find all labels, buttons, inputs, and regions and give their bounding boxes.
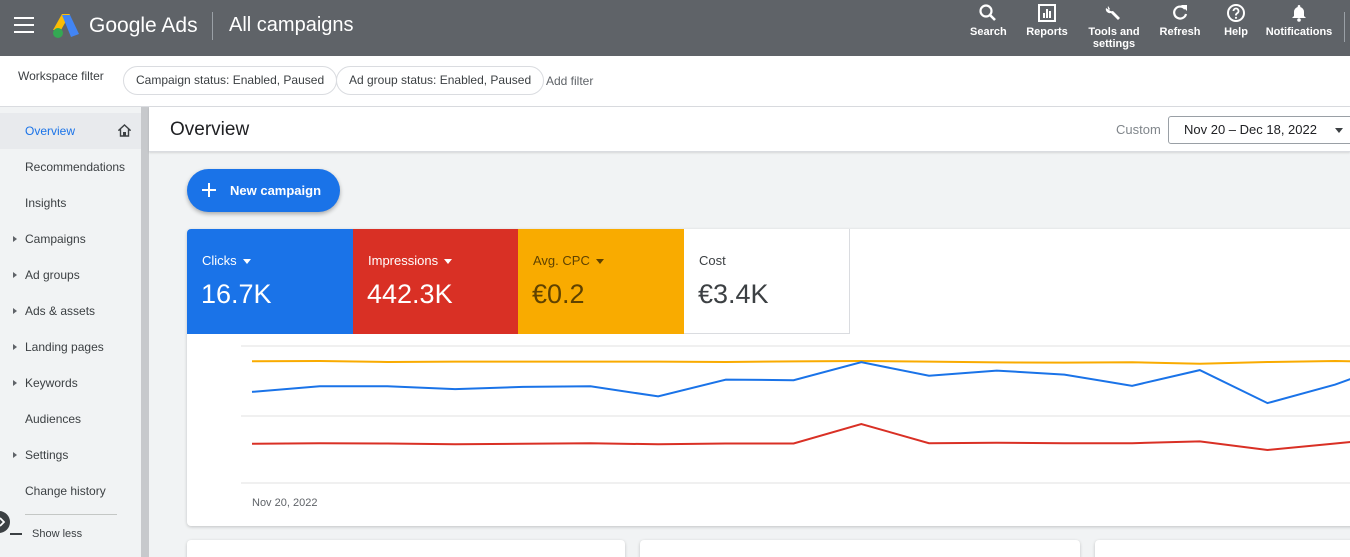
sidebar-item-settings[interactable]: Settings	[0, 437, 141, 473]
date-range-type-label: Custom	[1116, 122, 1161, 137]
chevron-down-icon	[1335, 128, 1343, 133]
page-heading: All campaigns	[229, 14, 354, 36]
top-bar: Google Ads All campaigns Search Reports …	[0, 0, 1350, 56]
expand-caret-icon	[13, 272, 17, 278]
reports-icon	[1038, 4, 1056, 22]
expand-caret-icon	[13, 308, 17, 314]
expand-caret-icon	[13, 452, 17, 458]
series-line-0	[251, 359, 1350, 365]
brand-name: Google Ads	[89, 14, 198, 37]
tools-and-settings-button[interactable]: Tools and settings	[1086, 3, 1142, 50]
page-title: Overview	[170, 119, 250, 140]
metric-impressions[interactable]: Impressions 442.3K	[353, 229, 519, 334]
sidebar-item-overview[interactable]: Overview	[0, 113, 141, 149]
overview-header: Overview Custom Nov 20 – Dec 18, 2022	[149, 107, 1350, 152]
sidebar-item-change-history[interactable]: Change history	[0, 473, 141, 509]
toolbar-divider	[1344, 12, 1345, 42]
performance-line-chart	[241, 345, 1350, 484]
campaign-status-filter-chip[interactable]: Campaign status: Enabled, Paused	[123, 66, 338, 95]
menu-icon[interactable]	[14, 17, 34, 33]
performance-card: Clicks 16.7K Impressions 442.3K Avg. CPC…	[187, 229, 1350, 526]
reports-button[interactable]: Reports	[1026, 3, 1068, 38]
search-button[interactable]: Search	[970, 3, 1007, 38]
sidebar-item-audiences[interactable]: Audiences	[0, 401, 141, 437]
new-campaign-button[interactable]: New campaign	[187, 169, 340, 212]
sidebar-item-landing-pages[interactable]: Landing pages	[0, 329, 141, 365]
refresh-icon	[1173, 5, 1188, 20]
summary-card-1	[187, 540, 625, 557]
help-button[interactable]: Help	[1222, 3, 1250, 38]
minus-icon	[10, 533, 22, 536]
metric-clicks[interactable]: Clicks 16.7K	[187, 229, 353, 334]
summary-card-3	[1095, 540, 1350, 557]
summary-card-2	[640, 540, 1080, 557]
sidebar-item-campaigns[interactable]: Campaigns	[0, 221, 141, 257]
chevron-down-icon	[595, 259, 604, 265]
sidebar-item-insights[interactable]: Insights	[0, 185, 141, 221]
ad-group-status-filter-chip[interactable]: Ad group status: Enabled, Paused	[336, 66, 545, 95]
search-icon	[979, 4, 996, 21]
refresh-button[interactable]: Refresh	[1159, 3, 1201, 38]
notifications-button[interactable]: Notifications	[1264, 3, 1334, 38]
help-icon	[1227, 4, 1245, 22]
chevron-down-icon	[444, 259, 453, 265]
brand-divider	[212, 12, 213, 40]
workspace-filter-bar: Workspace filter Campaign status: Enable…	[0, 56, 1350, 107]
home-icon	[118, 124, 131, 137]
sidebar-scrollbar[interactable]	[141, 107, 149, 557]
expand-caret-icon	[13, 344, 17, 350]
chevron-down-icon	[242, 259, 251, 265]
sidebar-item-recommendations[interactable]: Recommendations	[0, 149, 141, 185]
main-content: Overview Custom Nov 20 – Dec 18, 2022 Ne…	[149, 107, 1350, 557]
date-range-selector[interactable]: Nov 20 – Dec 18, 2022	[1168, 116, 1350, 144]
workspace-filter-label: Workspace filter	[18, 69, 104, 83]
metric-avg-cpc[interactable]: Avg. CPC €0.2	[518, 229, 684, 334]
sidebar-divider	[25, 514, 117, 515]
sidebar-nav: Overview Recommendations Insights Campai…	[0, 107, 141, 557]
expand-caret-icon	[13, 236, 17, 242]
sidebar-item-ad-groups[interactable]: Ad groups	[0, 257, 141, 293]
google-ads-logo	[53, 14, 79, 38]
add-filter-link[interactable]: Add filter	[546, 74, 593, 88]
plus-icon	[202, 183, 216, 197]
metric-cost[interactable]: Cost €3.4K	[684, 229, 850, 334]
wrench-icon	[1105, 6, 1120, 20]
expand-caret-icon	[13, 380, 17, 386]
chevron-right-icon	[0, 517, 5, 527]
series-line-2	[251, 422, 1350, 452]
x-axis-start-label: Nov 20, 2022	[252, 497, 318, 509]
sidebar-item-ads-assets[interactable]: Ads & assets	[0, 293, 141, 329]
collapse-sidebar-button[interactable]	[0, 511, 10, 533]
sidebar-item-keywords[interactable]: Keywords	[0, 365, 141, 401]
series-line-1	[251, 361, 1350, 405]
bell-icon	[1292, 5, 1306, 22]
show-less-button[interactable]: Show less	[10, 528, 82, 540]
